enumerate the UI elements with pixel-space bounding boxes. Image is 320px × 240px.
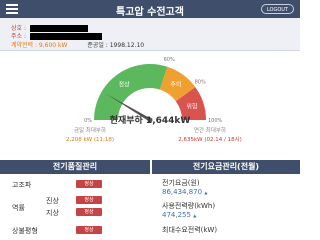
gauge-tick-label: 80% [195,80,206,86]
fee-value: 86,434,870 [162,188,203,196]
load-gauge-area: 정상 주의 위험 0% 60% 80% 100% [0,52,300,156]
gauge-zone-label: 주의 [170,80,181,88]
gauge-zone-0 [94,63,168,120]
usage-label: 사용전력량(kWh) [162,202,216,210]
year-max-load-label: 연간 최대부하 [193,128,227,134]
app-header: 특고압 수전고객 LOGOUT [0,0,300,18]
customer-address-label: 주소 : [11,33,26,40]
billing-title: 전기요금관리(전월) [152,160,300,174]
leading-label: 진상 [46,197,59,205]
harmonics-status-button[interactable]: 정상 [76,180,102,188]
year-max-load-value: 2,635kW (02.14 / 18시) [178,137,242,143]
triangle-icon: ▲ [193,213,197,218]
redacted-customer-address [29,33,102,40]
current-load: 현재부하 1,644kW [109,116,191,126]
load-gauge: 정상 주의위험 0%60%80%100% [84,57,222,124]
year-max-load: 연간 최대부하 2,635kW (02.14 / 18시) [168,127,252,147]
leading-status-button[interactable]: 정상 [76,196,102,204]
usage-value-row: 474,255 ▲ [162,211,196,219]
completion-date: 준공일 : 1998.12.10 [87,42,145,49]
page-title: 특고압 수전고객 [116,7,184,18]
customer-address-row: 주소 : [11,31,102,40]
phase-unbalance-label: 상불평형 [12,227,38,235]
fee-value-row: 86,434,870 ▲ [162,188,207,196]
today-max-load: 금일 최대부하 2,208 kW (11:18) [48,127,132,147]
today-max-load-value: 2,208 kW (11:18) [65,137,114,143]
gauge-zone-label: 정상 [119,80,131,88]
logout-button[interactable]: LOGOUT [260,4,294,14]
lagging-label: 지상 [46,209,59,217]
triangle-icon: ▲ [204,190,208,195]
customer-info-panel: 상호 : 주소 : 계약전력 : 9,600 kW 준공일 : 1998.12.… [0,18,300,51]
phase-unbalance-status-button[interactable]: 정상 [76,226,102,234]
gauge-zone-label: 위험 [186,102,197,110]
usage-value: 474,255 [162,211,191,219]
fee-label: 전기요금(원) [162,179,200,187]
max-demand-label: 최대수요전력(kW) [162,226,218,234]
power-quality-panel: 전기품질관리 고조파 정상 역률 진상 정상 지상 정상 상불평형 정상 [0,160,150,240]
harmonics-label: 고조파 [12,181,32,189]
contract-power: 계약전력 : 9,600 kW [11,42,68,49]
power-quality-title: 전기품질관리 [0,160,150,174]
contract-row: 계약전력 : 9,600 kW 준공일 : 1998.12.10 [11,40,144,49]
today-max-load-label: 금일 최대부하 [73,128,107,134]
billing-panel: 전기요금관리(전월) 전기요금(원) 86,434,870 ▲ 사용전력량(kW… [152,160,300,240]
power-factor-label: 역률 [12,204,25,212]
lagging-status-button[interactable]: 정상 [76,208,102,216]
gauge-tick-label: 60% [164,57,175,63]
